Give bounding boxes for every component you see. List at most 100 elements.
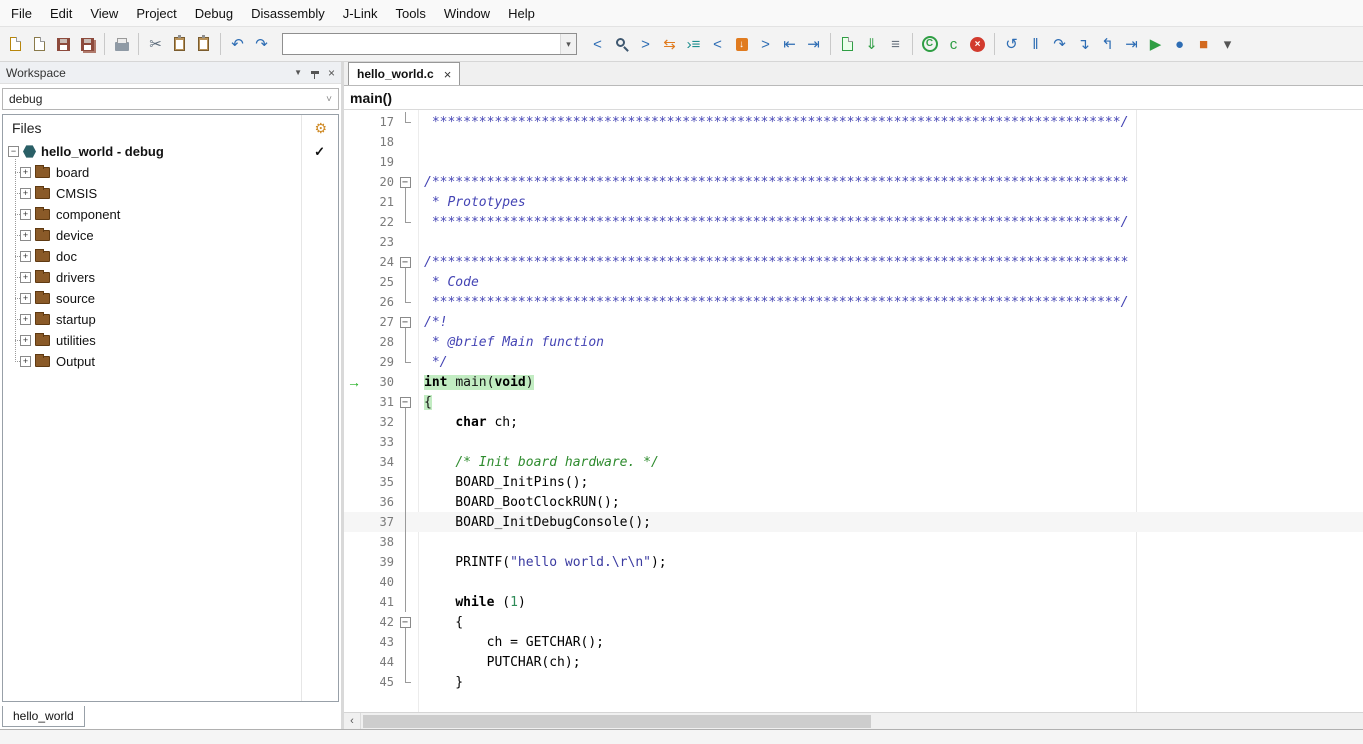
line-number[interactable]: 42 xyxy=(364,615,394,629)
line-number[interactable]: 18 xyxy=(364,135,394,149)
expand-icon[interactable]: + xyxy=(20,251,31,262)
next-bookmark-icon[interactable]: > xyxy=(754,31,777,57)
tree-item-board[interactable]: +board xyxy=(3,162,338,183)
collapse-icon[interactable]: − xyxy=(8,146,19,157)
close-tab-icon[interactable]: × xyxy=(444,68,452,81)
menu-tools[interactable]: Tools xyxy=(386,2,434,25)
code-line-20[interactable]: 20−/************************************… xyxy=(344,172,1363,192)
pin-icon[interactable] xyxy=(311,71,319,74)
find-previous-icon[interactable]: < xyxy=(586,31,609,57)
tree-item-utilities[interactable]: +utilities xyxy=(3,330,338,351)
line-number[interactable]: 31 xyxy=(364,395,394,409)
go-icon[interactable]: ▶ xyxy=(1144,31,1167,57)
line-number[interactable]: 22 xyxy=(364,215,394,229)
print-icon[interactable] xyxy=(110,31,133,57)
code-line-24[interactable]: 24−/************************************… xyxy=(344,252,1363,272)
menu-debug[interactable]: Debug xyxy=(186,2,242,25)
open-file-icon[interactable] xyxy=(28,31,51,57)
line-number[interactable]: 39 xyxy=(364,555,394,569)
fold-collapse-icon[interactable]: − xyxy=(394,392,416,412)
fold-collapse-icon[interactable]: − xyxy=(394,312,416,332)
next-statement-icon[interactable]: ⇥ xyxy=(1120,31,1143,57)
line-number[interactable]: 44 xyxy=(364,655,394,669)
make-icon[interactable]: ⇓ xyxy=(860,31,883,57)
code-line-38[interactable]: 38 xyxy=(344,532,1363,552)
code-line-30[interactable]: →30int main(void) xyxy=(344,372,1363,392)
code-line-29[interactable]: 29 */ xyxy=(344,352,1363,372)
cut-icon[interactable]: ✂ xyxy=(144,31,167,57)
navigate-back-icon[interactable]: ⇤ xyxy=(778,31,801,57)
find-input[interactable] xyxy=(283,34,560,54)
menu-edit[interactable]: Edit xyxy=(41,2,81,25)
horizontal-scrollbar[interactable]: ‹ xyxy=(344,712,1363,729)
line-number[interactable]: 25 xyxy=(364,275,394,289)
code-line-36[interactable]: 36 BOARD_BootClockRUN(); xyxy=(344,492,1363,512)
expand-icon[interactable]: + xyxy=(20,188,31,199)
panel-menu-icon[interactable]: ▼ xyxy=(294,68,302,77)
line-number[interactable]: 32 xyxy=(364,415,394,429)
tree-root-project[interactable]: −hello_world - debug✓ xyxy=(3,141,338,162)
line-number[interactable]: 19 xyxy=(364,155,394,169)
code-line-41[interactable]: 41 while (1) xyxy=(344,592,1363,612)
copy-icon[interactable] xyxy=(168,31,191,57)
code-area[interactable]: 17 *************************************… xyxy=(344,110,1363,712)
download-and-debug-icon[interactable]: C xyxy=(918,31,941,57)
expand-icon[interactable]: + xyxy=(20,335,31,346)
line-number[interactable]: 28 xyxy=(364,335,394,349)
code-line-33[interactable]: 33 xyxy=(344,432,1363,452)
scrollbar-thumb[interactable] xyxy=(363,715,871,728)
close-panel-icon[interactable]: × xyxy=(328,67,335,79)
line-number[interactable]: 26 xyxy=(364,295,394,309)
tree-item-source[interactable]: +source xyxy=(3,288,338,309)
build-log-icon[interactable]: ≡ xyxy=(884,31,907,57)
fold-collapse-icon[interactable]: − xyxy=(394,252,416,272)
expand-icon[interactable]: + xyxy=(20,356,31,367)
menu-project[interactable]: Project xyxy=(127,2,185,25)
line-number[interactable]: 36 xyxy=(364,495,394,509)
line-number[interactable]: 24 xyxy=(364,255,394,269)
redo-icon[interactable]: ↷ xyxy=(250,31,273,57)
code-line-21[interactable]: 21 * Prototypes xyxy=(344,192,1363,212)
line-number[interactable]: 20 xyxy=(364,175,394,189)
scroll-left-icon[interactable]: ‹ xyxy=(344,713,361,729)
line-number[interactable]: 43 xyxy=(364,635,394,649)
tree-item-doc[interactable]: +doc xyxy=(3,246,338,267)
editor-tab-hello-world[interactable]: hello_world.c × xyxy=(348,62,460,85)
code-line-37[interactable]: 37 BOARD_InitDebugConsole(); xyxy=(344,512,1363,532)
code-line-43[interactable]: 43 ch = GETCHAR(); xyxy=(344,632,1363,652)
fold-collapse-icon[interactable]: − xyxy=(394,612,416,632)
step-into-icon[interactable]: ↴ xyxy=(1072,31,1095,57)
line-number[interactable]: 38 xyxy=(364,535,394,549)
code-line-27[interactable]: 27−/*! xyxy=(344,312,1363,332)
context-function-bar[interactable]: main() xyxy=(344,86,1363,110)
line-number[interactable]: 17 xyxy=(364,115,394,129)
menu-help[interactable]: Help xyxy=(499,2,544,25)
debug-without-downloading-icon[interactable]: c xyxy=(942,31,965,57)
find-next-icon[interactable]: > xyxy=(634,31,657,57)
line-number[interactable]: 33 xyxy=(364,435,394,449)
undo-icon[interactable]: ↶ xyxy=(226,31,249,57)
menu-window[interactable]: Window xyxy=(435,2,499,25)
code-line-25[interactable]: 25 * Code xyxy=(344,272,1363,292)
save-all-icon[interactable] xyxy=(76,31,99,57)
step-over-icon[interactable]: ↷ xyxy=(1048,31,1071,57)
configuration-dropdown[interactable]: debug ˅ xyxy=(2,88,339,110)
code-line-35[interactable]: 35 BOARD_InitPins(); xyxy=(344,472,1363,492)
code-line-28[interactable]: 28 * @brief Main function xyxy=(344,332,1363,352)
line-number[interactable]: 37 xyxy=(364,515,394,529)
line-number[interactable]: 21 xyxy=(364,195,394,209)
code-line-26[interactable]: 26 *************************************… xyxy=(344,292,1363,312)
tree-item-startup[interactable]: +startup xyxy=(3,309,338,330)
code-line-22[interactable]: 22 *************************************… xyxy=(344,212,1363,232)
line-number[interactable]: 23 xyxy=(364,235,394,249)
code-line-34[interactable]: 34 /* Init board hardware. */ xyxy=(344,452,1363,472)
line-number[interactable]: 34 xyxy=(364,455,394,469)
expand-icon[interactable]: + xyxy=(20,293,31,304)
tree-item-drivers[interactable]: +drivers xyxy=(3,267,338,288)
line-number[interactable]: 30 xyxy=(364,375,394,389)
menu-file[interactable]: File xyxy=(2,2,41,25)
code-line-40[interactable]: 40 xyxy=(344,572,1363,592)
expand-icon[interactable]: + xyxy=(20,272,31,283)
compile-icon[interactable] xyxy=(836,31,859,57)
stop-debugging-icon[interactable]: ■ xyxy=(1192,31,1215,57)
